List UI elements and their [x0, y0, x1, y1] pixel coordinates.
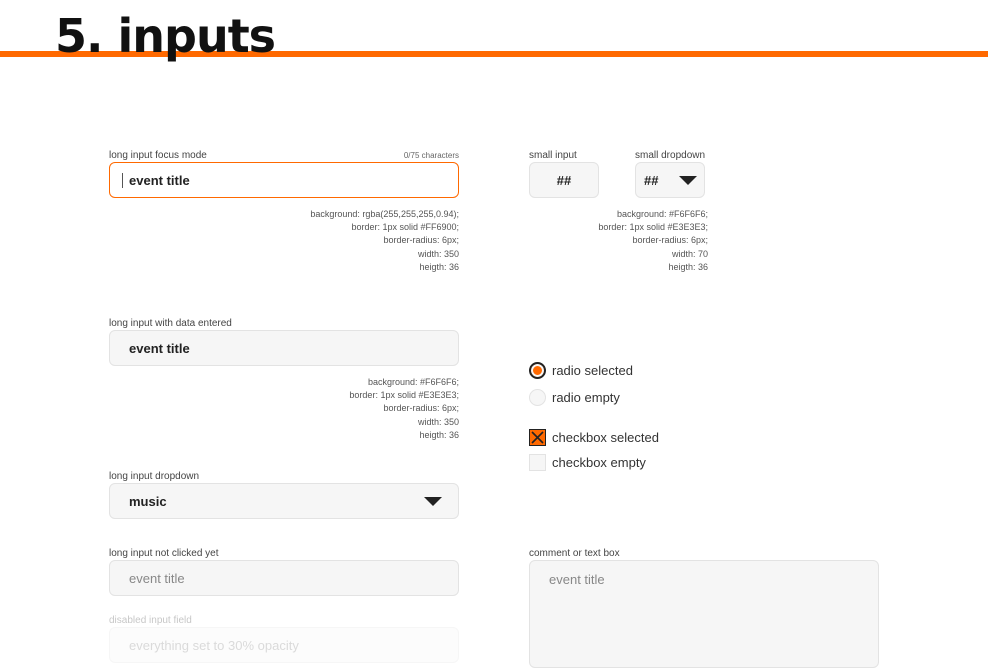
checkbox-empty[interactable]	[529, 454, 546, 471]
radio-button-selected[interactable]	[529, 362, 546, 379]
caret-down-icon	[424, 497, 442, 506]
comment-box-label: comment or text box	[529, 548, 620, 559]
focus-input-label: long input focus mode	[109, 150, 207, 161]
comment-textarea[interactable]: event title	[529, 560, 879, 668]
disabled-input: everything set to 30% opacity	[109, 627, 459, 663]
spec-line: border: 1px solid #E3E3E3;	[598, 222, 708, 233]
checkbox-selected[interactable]	[529, 429, 546, 446]
spec-line: heigth: 36	[419, 429, 459, 440]
radio-selected-label: radio selected	[552, 363, 633, 378]
checkbox-empty-option[interactable]: checkbox empty	[529, 454, 646, 471]
page-title: 5. inputs	[55, 9, 276, 63]
idle-input-label: long input not clicked yet	[109, 548, 219, 559]
small-input-value: ##	[556, 172, 572, 188]
small-dropdown-spec: background: #F6F6F6; border: 1px solid #…	[508, 208, 708, 274]
disabled-input-placeholder: everything set to 30% opacity	[129, 637, 299, 653]
spec-line: heigth: 36	[668, 261, 708, 272]
spec-line: width: 350	[417, 248, 459, 259]
idle-input[interactable]: event title	[109, 560, 459, 596]
data-input-spec: background: #F6F6F6; border: 1px solid #…	[209, 376, 459, 442]
comment-placeholder: event title	[549, 572, 605, 587]
radio-button-empty[interactable]	[529, 389, 546, 406]
long-dropdown-label: long input dropdown	[109, 471, 200, 482]
radio-selected-option[interactable]: radio selected	[529, 362, 633, 379]
spec-line: heigth: 36	[419, 261, 459, 272]
radio-empty-option[interactable]: radio empty	[529, 389, 620, 406]
checkbox-selected-option[interactable]: checkbox selected	[529, 429, 659, 446]
long-dropdown[interactable]: music	[109, 483, 459, 519]
disabled-input-label: disabled input field	[109, 615, 192, 626]
spec-line: border-radius: 6px;	[383, 403, 459, 414]
x-mark-icon	[531, 431, 544, 444]
spec-line: background: rgba(255,255,255,0.94);	[310, 209, 459, 219]
checkbox-selected-label: checkbox selected	[552, 430, 659, 445]
long-dropdown-value: music	[129, 493, 167, 509]
spec-line: border: 1px solid #FF6900;	[351, 222, 459, 233]
caret-down-icon	[679, 176, 697, 185]
focus-input[interactable]: event title	[109, 162, 459, 198]
data-input[interactable]: event title	[109, 330, 459, 366]
data-input-label: long input with data entered	[109, 318, 232, 329]
character-counter: 0/75 characters	[403, 151, 459, 160]
small-dropdown-value: ##	[644, 172, 659, 188]
checkbox-empty-label: checkbox empty	[552, 455, 646, 470]
spec-line: border-radius: 6px;	[632, 235, 708, 246]
small-dropdown[interactable]: ##	[635, 162, 705, 198]
spec-line: border: 1px solid #E3E3E3;	[349, 390, 459, 401]
small-input-label: small input	[529, 150, 577, 161]
data-input-value: event title	[129, 340, 190, 356]
spec-line: background: #F6F6F6;	[367, 377, 459, 387]
focus-input-spec: background: rgba(255,255,255,0.94); bord…	[209, 208, 459, 274]
small-dropdown-label: small dropdown	[635, 150, 706, 161]
focus-input-value: event title	[129, 172, 190, 188]
idle-input-placeholder: event title	[129, 570, 185, 586]
spec-line: width: 70	[671, 248, 708, 259]
spec-line: width: 350	[417, 416, 459, 427]
spec-line: background: #F6F6F6;	[616, 209, 708, 219]
radio-empty-label: radio empty	[552, 390, 620, 405]
spec-line: border-radius: 6px;	[383, 235, 459, 246]
small-input[interactable]: ##	[529, 162, 599, 198]
